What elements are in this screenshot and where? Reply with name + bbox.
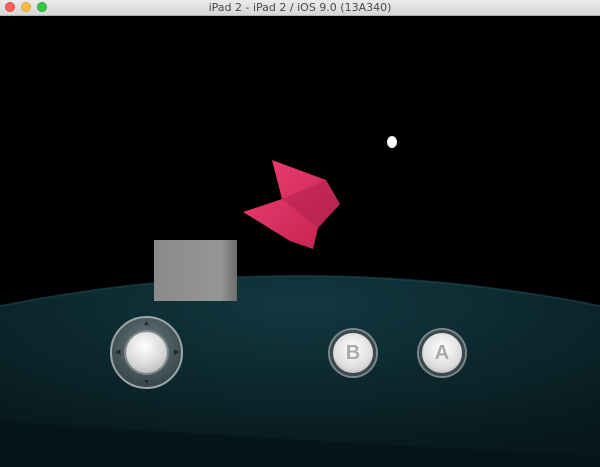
directional-pad[interactable]: ▲ ▼ ◀ ▶ [110, 316, 183, 389]
dpad-thumbstick[interactable] [126, 332, 167, 373]
title-bar: iPad 2 - iPad 2 / iOS 9.0 (13A340) [0, 0, 600, 16]
scene-graphics [0, 136, 600, 467]
dpad-left-icon: ◀ [115, 349, 121, 356]
dpad-right-icon: ▶ [174, 349, 180, 356]
b-button[interactable]: B [330, 330, 376, 376]
dpad-up-icon: ▲ [143, 320, 150, 327]
cube-object [154, 240, 237, 301]
window-title: iPad 2 - iPad 2 / iOS 9.0 (13A340) [208, 1, 392, 14]
a-button[interactable]: A [419, 330, 465, 376]
light-source [387, 136, 397, 148]
simulator-window: iPad 2 - iPad 2 / iOS 9.0 (13A340) ▲ ▼ ◀… [0, 0, 600, 467]
game-scene[interactable] [0, 16, 600, 467]
dpad-down-icon: ▼ [143, 379, 150, 386]
